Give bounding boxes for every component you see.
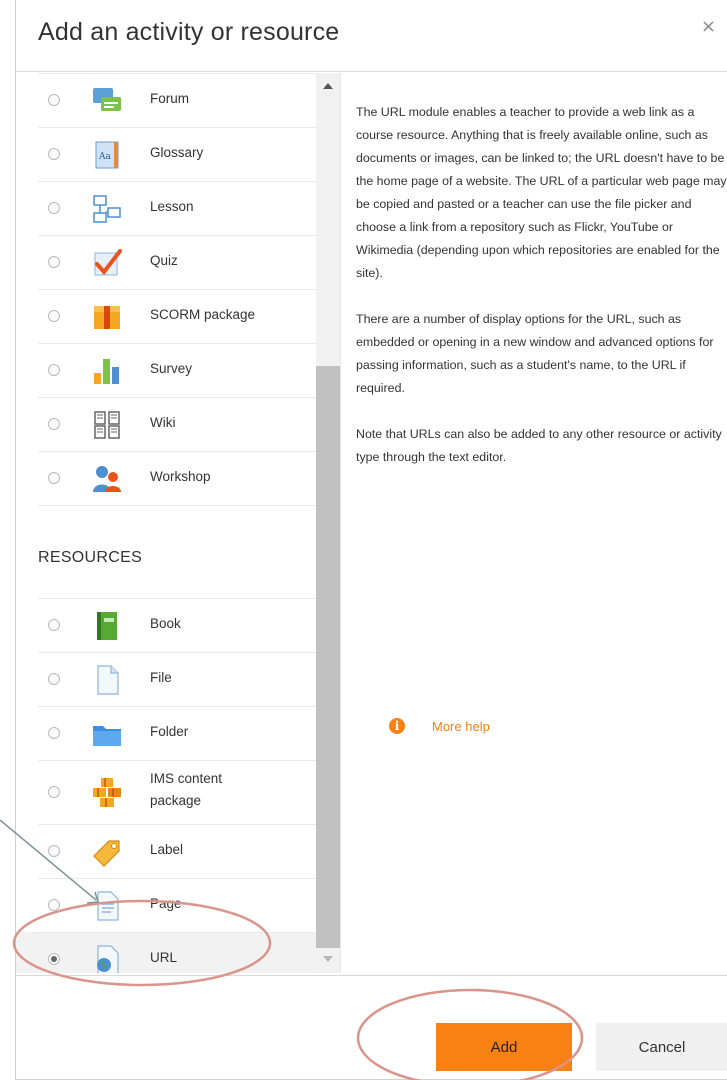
- scroll-thumb[interactable]: [316, 366, 340, 948]
- description-paragraph-2: There are a number of display options fo…: [356, 312, 714, 395]
- option-folder[interactable]: Folder: [16, 706, 316, 760]
- scroll-up-arrow-icon[interactable]: [323, 83, 333, 89]
- survey-icon: [94, 359, 119, 384]
- radio-button[interactable]: [48, 786, 60, 798]
- scroll-down-arrow-icon[interactable]: [323, 956, 333, 962]
- option-url[interactable]: URL: [16, 932, 316, 973]
- option-label: Folder: [150, 724, 189, 739]
- add-button[interactable]: Add: [436, 1023, 572, 1071]
- dialog-title: Add an activity or resource: [38, 18, 340, 46]
- quiz-icon: [94, 249, 122, 276]
- radio-button[interactable]: [48, 148, 60, 160]
- label-icon: [93, 840, 120, 867]
- option-lesson[interactable]: Lesson: [16, 181, 316, 235]
- more-help-link[interactable]: More help: [432, 719, 490, 734]
- option-label: File: [150, 670, 172, 685]
- option-wiki[interactable]: Wiki: [16, 397, 316, 451]
- file-icon: [97, 665, 119, 695]
- description-paragraph-1: The URL module enables a teacher to prov…: [356, 105, 727, 280]
- radio-button[interactable]: [48, 94, 60, 106]
- option-book[interactable]: Book: [16, 598, 316, 652]
- option-survey[interactable]: Survey: [16, 343, 316, 397]
- option-label: Glossary: [150, 145, 204, 160]
- option-label: Wiki: [150, 415, 176, 430]
- book-icon: [97, 612, 117, 640]
- workshop-icon: [93, 466, 121, 492]
- lesson-icon: [93, 195, 121, 223]
- resources-section-header: RESOURCES: [38, 549, 143, 566]
- option-glossary[interactable]: Aa Glossary: [16, 127, 316, 181]
- folder-icon: [93, 726, 121, 746]
- option-label: Book: [150, 616, 181, 631]
- radio-button[interactable]: [48, 472, 60, 484]
- radio-button[interactable]: [48, 364, 60, 376]
- wiki-icon: [94, 411, 120, 439]
- option-label: Workshop: [150, 469, 211, 484]
- glossary-icon: Aa: [95, 141, 119, 169]
- radio-button[interactable]: [48, 845, 60, 857]
- module-description: The URL module enables a teacher to prov…: [356, 101, 727, 492]
- radio-button[interactable]: [48, 310, 60, 322]
- info-icon[interactable]: i: [389, 718, 405, 734]
- page-icon: [97, 891, 119, 921]
- options-scrollbar[interactable]: [316, 73, 340, 973]
- option-label: SCORM package: [150, 307, 256, 322]
- option-label: Forum: [150, 91, 190, 106]
- radio-button[interactable]: [48, 256, 60, 268]
- radio-button[interactable]: [48, 899, 60, 911]
- close-icon[interactable]: ×: [701, 16, 716, 37]
- add-activity-dialog: Add an activity or resource × Forum Aa G…: [15, 0, 727, 1080]
- url-icon: [97, 945, 119, 973]
- option-label: Lesson: [150, 199, 194, 214]
- option-ims-content-package[interactable]: IMS content package: [16, 760, 316, 824]
- option-label: Quiz: [150, 253, 178, 268]
- radio-button[interactable]: [48, 673, 60, 685]
- radio-button[interactable]: [48, 418, 60, 430]
- svg-text:Aa: Aa: [98, 152, 111, 162]
- radio-button-selected[interactable]: [48, 953, 60, 965]
- divider: [16, 505, 316, 506]
- scorm-package-icon: [94, 306, 120, 329]
- option-forum[interactable]: Forum: [16, 73, 316, 127]
- option-label: IMS content package: [150, 771, 223, 808]
- radio-button[interactable]: [48, 619, 60, 631]
- dialog-header: Add an activity or resource ×: [16, 0, 727, 72]
- option-scorm-package[interactable]: SCORM package: [16, 289, 316, 343]
- option-file[interactable]: File: [16, 652, 316, 706]
- description-pane: The URL module enables a teacher to prov…: [342, 73, 727, 973]
- option-label[interactable]: Label: [16, 824, 316, 878]
- forum-icon: [93, 88, 121, 111]
- option-workshop[interactable]: Workshop: [16, 451, 316, 505]
- cancel-button[interactable]: Cancel: [596, 1023, 727, 1071]
- dialog-footer: Add Cancel: [16, 975, 727, 1079]
- option-quiz[interactable]: Quiz: [16, 235, 316, 289]
- radio-button[interactable]: [48, 727, 60, 739]
- option-page[interactable]: Page: [16, 878, 316, 932]
- option-label: Survey: [150, 361, 193, 376]
- options-pane: Forum Aa Glossary Lesson Quiz SCORM pack…: [16, 73, 341, 973]
- option-label: Page: [150, 896, 182, 911]
- ims-package-icon: [93, 778, 121, 807]
- description-paragraph-3: Note that URLs can also be added to any …: [356, 427, 722, 464]
- radio-button[interactable]: [48, 202, 60, 214]
- option-label: URL: [150, 950, 178, 965]
- option-label-text: Label: [150, 842, 184, 857]
